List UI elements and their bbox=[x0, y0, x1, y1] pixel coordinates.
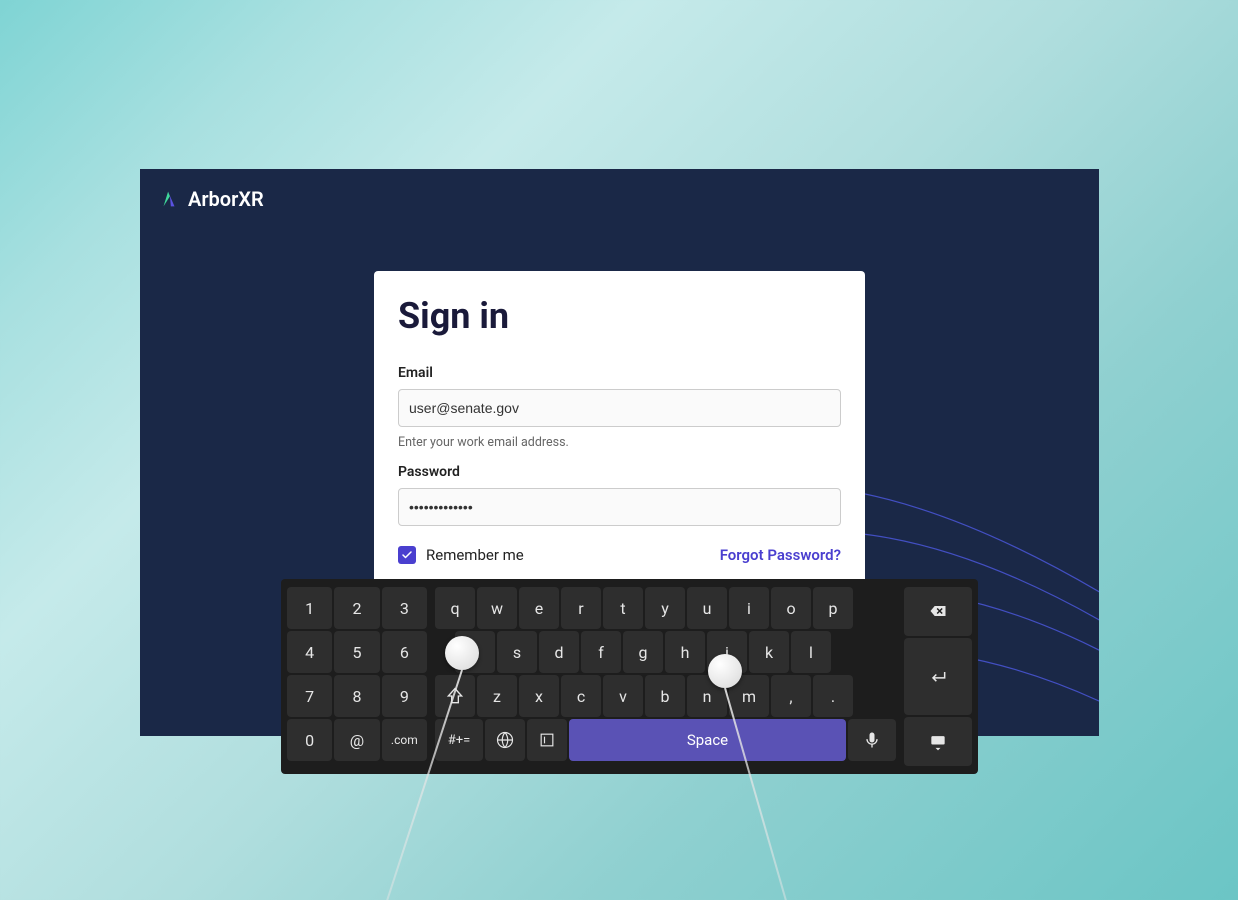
key-mic[interactable] bbox=[848, 719, 896, 761]
key-hide-keyboard[interactable] bbox=[904, 717, 972, 766]
key-s[interactable]: s bbox=[497, 631, 537, 673]
email-hint: Enter your work email address. bbox=[398, 435, 841, 450]
key-comma[interactable]: , bbox=[771, 675, 811, 717]
email-label: Email bbox=[398, 365, 841, 381]
brand-logo-icon bbox=[158, 188, 180, 210]
backspace-icon bbox=[928, 601, 948, 621]
key-o[interactable]: o bbox=[771, 587, 811, 629]
key-z[interactable]: z bbox=[477, 675, 517, 717]
key-i[interactable]: i bbox=[729, 587, 769, 629]
key-language[interactable] bbox=[485, 719, 525, 761]
key-l[interactable]: l bbox=[791, 631, 831, 673]
key-8[interactable]: 8 bbox=[334, 675, 379, 717]
check-icon bbox=[401, 549, 413, 561]
key-at[interactable]: @ bbox=[334, 719, 379, 761]
key-y[interactable]: y bbox=[645, 587, 685, 629]
keyboard-main: q w e r t y u i o p a s d f g h j k l z bbox=[435, 587, 896, 766]
enter-icon bbox=[928, 667, 948, 687]
forgot-password-link[interactable]: Forgot Password? bbox=[720, 546, 841, 564]
key-h[interactable]: h bbox=[665, 631, 705, 673]
key-r[interactable]: r bbox=[561, 587, 601, 629]
remember-me[interactable]: Remember me bbox=[398, 546, 524, 564]
key-x[interactable]: x bbox=[519, 675, 559, 717]
password-input[interactable] bbox=[398, 488, 841, 526]
key-f[interactable]: f bbox=[581, 631, 621, 673]
microphone-icon bbox=[862, 730, 882, 750]
signin-card: Sign in Email Enter your work email addr… bbox=[374, 271, 865, 588]
key-d[interactable]: d bbox=[539, 631, 579, 673]
key-g[interactable]: g bbox=[623, 631, 663, 673]
key-3[interactable]: 3 bbox=[382, 587, 427, 629]
key-c[interactable]: c bbox=[561, 675, 601, 717]
remember-label: Remember me bbox=[426, 546, 524, 564]
shift-icon bbox=[445, 686, 465, 706]
key-period[interactable]: . bbox=[813, 675, 853, 717]
brand-name: ArborXR bbox=[188, 187, 264, 211]
key-tab[interactable] bbox=[527, 719, 567, 761]
key-0[interactable]: 0 bbox=[287, 719, 332, 761]
key-backspace[interactable] bbox=[904, 587, 972, 636]
key-p[interactable]: p bbox=[813, 587, 853, 629]
email-input[interactable] bbox=[398, 389, 841, 427]
key-6[interactable]: 6 bbox=[382, 631, 427, 673]
key-symbols[interactable]: #+= bbox=[435, 719, 483, 761]
signin-title: Sign in bbox=[398, 295, 841, 337]
tab-icon bbox=[537, 730, 557, 750]
key-m[interactable]: m bbox=[729, 675, 769, 717]
key-e[interactable]: e bbox=[519, 587, 559, 629]
key-n[interactable]: n bbox=[687, 675, 727, 717]
keyboard-right bbox=[904, 587, 972, 766]
key-space[interactable]: Space bbox=[569, 719, 846, 761]
key-5[interactable]: 5 bbox=[334, 631, 379, 673]
remember-checkbox[interactable] bbox=[398, 546, 416, 564]
key-4[interactable]: 4 bbox=[287, 631, 332, 673]
key-u[interactable]: u bbox=[687, 587, 727, 629]
key-7[interactable]: 7 bbox=[287, 675, 332, 717]
key-w[interactable]: w bbox=[477, 587, 517, 629]
key-shift[interactable] bbox=[435, 675, 475, 717]
globe-icon bbox=[495, 730, 515, 750]
key-q[interactable]: q bbox=[435, 587, 475, 629]
key-j[interactable]: j bbox=[707, 631, 747, 673]
key-enter[interactable] bbox=[904, 638, 972, 716]
key-t[interactable]: t bbox=[603, 587, 643, 629]
key-v[interactable]: v bbox=[603, 675, 643, 717]
virtual-keyboard: 1 2 3 4 5 6 7 8 9 0 @ .com q w e r t y u… bbox=[281, 579, 978, 774]
key-2[interactable]: 2 bbox=[334, 587, 379, 629]
key-k[interactable]: k bbox=[749, 631, 789, 673]
key-9[interactable]: 9 bbox=[382, 675, 427, 717]
key-b[interactable]: b bbox=[645, 675, 685, 717]
key-1[interactable]: 1 bbox=[287, 587, 332, 629]
brand: ArborXR bbox=[158, 187, 264, 211]
password-label: Password bbox=[398, 464, 841, 480]
keyboard-hide-icon bbox=[928, 732, 948, 752]
key-dotcom[interactable]: .com bbox=[382, 719, 427, 761]
key-a[interactable]: a bbox=[455, 631, 495, 673]
keyboard-numpad: 1 2 3 4 5 6 7 8 9 0 @ .com bbox=[287, 587, 427, 766]
